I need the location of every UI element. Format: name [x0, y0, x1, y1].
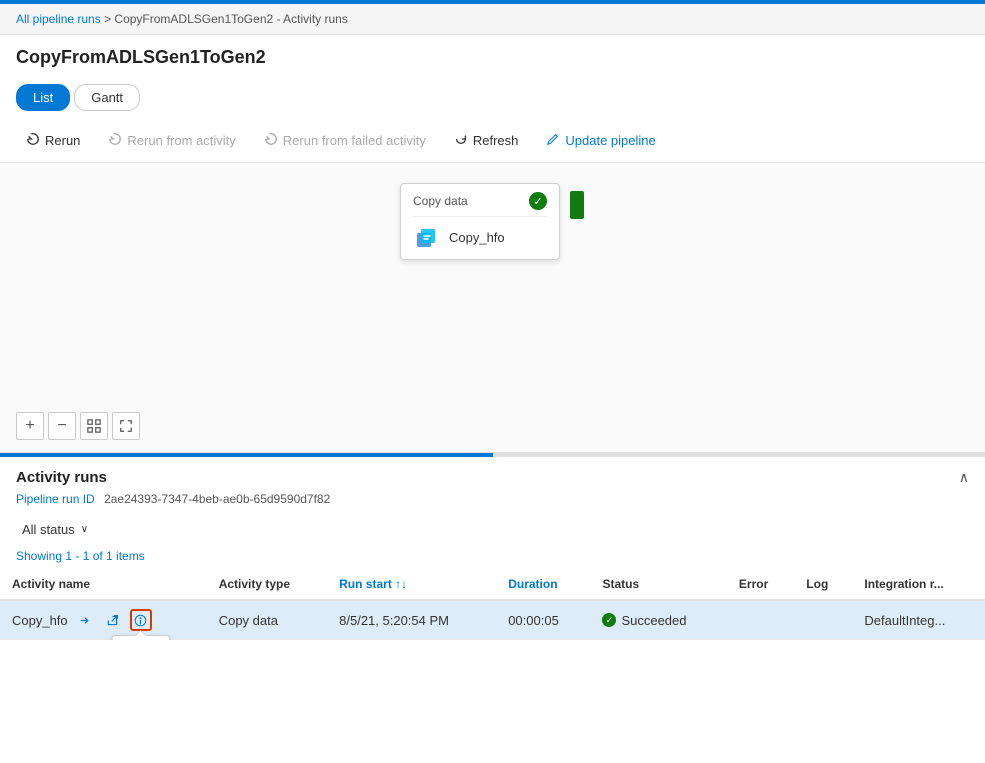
rerun-label: Rerun — [45, 133, 80, 148]
rerun-icon — [26, 132, 40, 149]
zoom-in-button[interactable]: + — [16, 412, 44, 440]
rerun-from-failed-button[interactable]: Rerun from failed activity — [254, 127, 436, 154]
breadcrumb-separator: > — [104, 12, 111, 26]
col-duration[interactable]: Duration — [496, 569, 590, 600]
rerun-from-failed-label: Rerun from failed activity — [283, 133, 426, 148]
activity-success-indicator — [570, 191, 584, 219]
col-activity-name: Activity name — [0, 569, 207, 600]
breadcrumb: All pipeline runs > CopyFromADLSGen1ToGe… — [0, 4, 985, 35]
col-log: Log — [794, 569, 852, 600]
table-header-row: Activity name Activity type Run start ↑↓… — [0, 569, 985, 600]
status-filter-label: All status — [22, 522, 75, 537]
page-header: CopyFromADLSGen1ToGen2 — [0, 35, 985, 76]
cell-run-start: 8/5/21, 5:20:54 PM — [327, 600, 496, 640]
rerun-from-failed-icon — [264, 132, 278, 149]
col-error: Error — [727, 569, 794, 600]
activity-card-container: Copy data ✓ Copy_hfo — [400, 183, 560, 260]
breadcrumb-link[interactable]: All pipeline runs — [16, 12, 101, 26]
activity-card-type: Copy data — [413, 194, 468, 208]
progress-bar — [0, 453, 985, 457]
pipeline-run-id-row: Pipeline run ID 2ae24393-7347-4beb-ae0b-… — [0, 490, 985, 514]
cell-integration: DefaultInteg... — [852, 600, 985, 640]
cell-status: ✓ Succeeded — [590, 600, 726, 640]
zoom-out-button[interactable]: − — [48, 412, 76, 440]
status-cell: ✓ Succeeded — [602, 613, 714, 628]
details-tooltip-container: Details — [130, 609, 152, 631]
details-tooltip: Details — [111, 635, 170, 640]
open-in-new-button[interactable] — [102, 609, 124, 631]
activity-card-name: Copy_hfo — [449, 230, 505, 245]
list-view-button[interactable]: List — [16, 84, 70, 111]
rerun-from-activity-button[interactable]: Rerun from activity — [98, 127, 245, 154]
refresh-label: Refresh — [473, 133, 519, 148]
activity-name-text: Copy_hfo — [12, 613, 68, 628]
cell-log — [794, 600, 852, 640]
chevron-down-icon: ∨ — [81, 524, 88, 535]
fit-button[interactable] — [80, 412, 108, 440]
status-filter-button[interactable]: All status ∨ — [16, 518, 94, 541]
col-activity-type: Activity type — [207, 569, 327, 600]
canvas-area: Copy data ✓ Copy_hfo + − — [0, 163, 985, 453]
update-pipeline-label: Update pipeline — [565, 133, 655, 148]
activity-success-check: ✓ — [529, 192, 547, 210]
activity-name-cell: Copy_hfo Details — [12, 609, 195, 631]
table-row[interactable]: Copy_hfo Details — [0, 600, 985, 640]
activity-card-header: Copy data ✓ — [413, 192, 547, 217]
activity-card-body: Copy_hfo — [413, 223, 547, 251]
activity-card[interactable]: Copy data ✓ Copy_hfo — [400, 183, 560, 260]
refresh-button[interactable]: Refresh — [444, 127, 529, 154]
cell-error — [727, 600, 794, 640]
rerun-button[interactable]: Rerun — [16, 127, 90, 154]
activity-runs-section: Activity runs ∧ Pipeline run ID 2ae24393… — [0, 457, 985, 640]
gantt-view-button[interactable]: Gantt — [74, 84, 140, 111]
table-container: Activity name Activity type Run start ↑↓… — [0, 569, 985, 640]
status-success-icon: ✓ — [602, 613, 616, 627]
canvas-controls: + − — [16, 412, 140, 440]
details-button[interactable] — [130, 609, 152, 631]
section-header: Activity runs ∧ — [0, 457, 985, 490]
rerun-from-activity-icon — [108, 132, 122, 149]
cell-duration: 00:00:05 — [496, 600, 590, 640]
refresh-icon — [454, 132, 468, 149]
pipeline-run-id-label: Pipeline run ID — [16, 492, 95, 506]
page-title: CopyFromADLSGen1ToGen2 — [16, 47, 969, 68]
status-text: Succeeded — [621, 613, 686, 628]
copy-data-icon — [413, 223, 441, 251]
update-pipeline-button[interactable]: Update pipeline — [536, 127, 665, 154]
col-run-start[interactable]: Run start ↑↓ — [327, 569, 496, 600]
col-status: Status — [590, 569, 726, 600]
navigate-to-activity-button[interactable] — [74, 609, 96, 631]
cell-activity-type: Copy data — [207, 600, 327, 640]
collapse-button[interactable]: ∧ — [959, 469, 969, 486]
col-integration: Integration r... — [852, 569, 985, 600]
expand-button[interactable] — [112, 412, 140, 440]
progress-bar-fill — [0, 453, 493, 457]
cell-activity-name: Copy_hfo Details — [0, 600, 207, 640]
showing-text: Showing 1 - 1 of 1 items — [0, 549, 985, 569]
toolbar: Rerun Rerun from activity Rerun from fai… — [0, 119, 985, 163]
section-title: Activity runs — [16, 469, 107, 486]
update-pipeline-icon — [546, 132, 560, 149]
pipeline-run-id-value: 2ae24393-7347-4beb-ae0b-65d9590d7f82 — [104, 492, 330, 506]
rerun-from-activity-label: Rerun from activity — [127, 133, 235, 148]
activity-runs-table: Activity name Activity type Run start ↑↓… — [0, 569, 985, 640]
breadcrumb-current: CopyFromADLSGen1ToGen2 - Activity runs — [114, 12, 347, 26]
filter-row: All status ∨ — [0, 514, 985, 549]
view-toggle: List Gantt — [16, 84, 969, 111]
